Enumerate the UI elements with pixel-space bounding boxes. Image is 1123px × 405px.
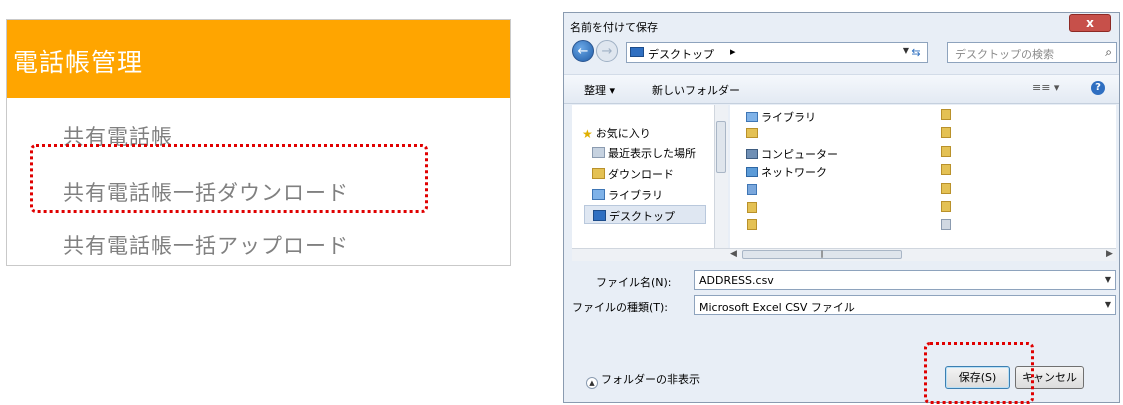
navigation-scrollbar[interactable] [714, 105, 728, 248]
dialog-title: 名前を付けて保存 [570, 21, 658, 34]
nav-item-desktop[interactable]: デスクトップ [584, 205, 706, 224]
close-icon: x [1086, 16, 1094, 30]
hide-folders-toggle[interactable]: ▲ フォルダーの非表示 [586, 371, 700, 389]
file-item-label: ライブラリ [761, 111, 816, 124]
address-path[interactable]: デスクトップ [648, 46, 714, 62]
phonebook-title: 電話帳管理 [13, 48, 144, 77]
close-button[interactable]: x [1069, 14, 1111, 32]
file-item-network[interactable]: ネットワーク [746, 164, 827, 180]
save-as-dialog: 名前を付けて保存 x ← → デスクトップ ▸ ▼ ⇆ デスクトップの検索 ⌕ … [563, 12, 1120, 403]
file-item-label: ネットワーク [761, 166, 827, 179]
recent-places-icon [592, 147, 605, 158]
back-button[interactable]: ← [572, 40, 594, 62]
filename-input[interactable]: ADDRESS.csv ▼ [694, 270, 1116, 290]
file-list-pane: ライブラリ コンピューター ネットワーク [730, 105, 1116, 248]
folder-icon[interactable] [941, 164, 951, 175]
forward-button[interactable]: → [596, 40, 618, 62]
downloads-icon [592, 168, 605, 179]
folder-icon[interactable] [747, 184, 757, 195]
nav-item-libraries[interactable]: ライブラリ [592, 187, 663, 203]
back-arrow-icon: ← [577, 44, 589, 59]
network-icon [746, 167, 758, 177]
collapse-icon: ▲ [586, 377, 598, 389]
nav-item-label: ダウンロード [608, 168, 674, 181]
dialog-toolbar: 整理 ▾ 新しいフォルダー ≡≡ ▾ ? [564, 74, 1119, 104]
scrollbar-thumb[interactable]: ‖ [742, 250, 902, 259]
nav-item-recent-places[interactable]: 最近表示した場所 [592, 145, 696, 161]
library-icon [746, 112, 758, 122]
folder-icon[interactable] [747, 202, 757, 213]
highlight-save-button [924, 342, 1034, 404]
file-list-hscrollbar[interactable]: ◀ ‖ ▶ [572, 248, 1116, 261]
desktop-icon [593, 210, 606, 221]
phonebook-panel: 電話帳管理 共有電話帳 共有電話帳一括ダウンロード 共有電話帳一括アップロード [6, 19, 511, 266]
dialog-titlebar: 名前を付けて保存 x [564, 13, 1119, 39]
menu-item-bulk-upload[interactable]: 共有電話帳一括アップロード [63, 230, 349, 260]
filename-value[interactable]: ADDRESS.csv [699, 274, 774, 287]
nav-item-favorites[interactable]: ★ お気に入り [582, 125, 651, 141]
scroll-left-icon[interactable]: ◀ [730, 249, 737, 259]
address-bar-row: ← → デスクトップ ▸ ▼ ⇆ デスクトップの検索 ⌕ [564, 37, 1119, 67]
folder-icon[interactable] [941, 183, 951, 194]
folder-icon[interactable] [941, 146, 951, 157]
phonebook-header: 電話帳管理 [7, 20, 510, 98]
folder-icon[interactable] [941, 201, 951, 212]
folder-icon[interactable] [941, 109, 951, 120]
nav-item-downloads[interactable]: ダウンロード [592, 166, 674, 182]
folder-icon[interactable] [747, 219, 757, 230]
nav-item-label: ライブラリ [608, 189, 663, 202]
hide-folders-label: フォルダーの非表示 [601, 373, 700, 386]
file-item-computer[interactable]: コンピューター [746, 146, 838, 162]
new-folder-button[interactable]: 新しいフォルダー [652, 82, 740, 98]
filetype-select[interactable]: Microsoft Excel CSV ファイル ▼ [694, 295, 1116, 315]
navigation-pane: ★ お気に入り 最近表示した場所 ダウンロード ライブラリ デスクトップ [572, 105, 726, 248]
help-icon[interactable]: ? [1091, 81, 1105, 95]
organize-menu[interactable]: 整理 ▾ [584, 82, 615, 98]
search-icon[interactable]: ⌕ [1105, 45, 1112, 60]
file-item-libraries[interactable]: ライブラリ [746, 109, 816, 125]
refresh-button[interactable]: ⇆ [909, 45, 923, 60]
filetype-label: ファイルの種類(T): [572, 301, 669, 314]
highlight-bulk-download [30, 144, 428, 213]
nav-item-label: デスクトップ [609, 210, 675, 223]
search-input[interactable]: デスクトップの検索 ⌕ [947, 42, 1117, 63]
views-menu[interactable]: ≡≡ ▾ [1032, 81, 1059, 94]
library-icon [592, 189, 605, 200]
refresh-icon: ⇆ [911, 46, 921, 59]
folder-icon[interactable] [941, 127, 951, 138]
search-placeholder: デスクトップの検索 [955, 48, 1054, 61]
desktop-folder-icon [630, 47, 644, 57]
chevron-down-icon[interactable]: ▼ [1105, 275, 1111, 284]
address-bar[interactable]: デスクトップ ▸ ▼ ⇆ [626, 42, 928, 63]
computer-icon [746, 149, 758, 159]
scrollbar-thumb[interactable] [716, 121, 726, 173]
star-icon: ★ [582, 127, 593, 141]
nav-item-label: 最近表示した場所 [608, 147, 696, 160]
chevron-down-icon[interactable]: ▼ [1105, 300, 1111, 309]
file-item-label: コンピューター [761, 148, 838, 161]
filetype-value[interactable]: Microsoft Excel CSV ファイル [699, 299, 855, 315]
nav-item-label: お気に入り [595, 127, 651, 140]
forward-arrow-icon: → [601, 44, 613, 59]
file-item-user-folder[interactable] [746, 127, 761, 140]
filename-label: ファイル名(N): [596, 276, 672, 289]
scroll-right-icon[interactable]: ▶ [1106, 249, 1113, 259]
breadcrumb-separator-icon[interactable]: ▸ [730, 45, 736, 58]
user-folder-icon [746, 128, 758, 138]
file-icon[interactable] [941, 219, 951, 230]
